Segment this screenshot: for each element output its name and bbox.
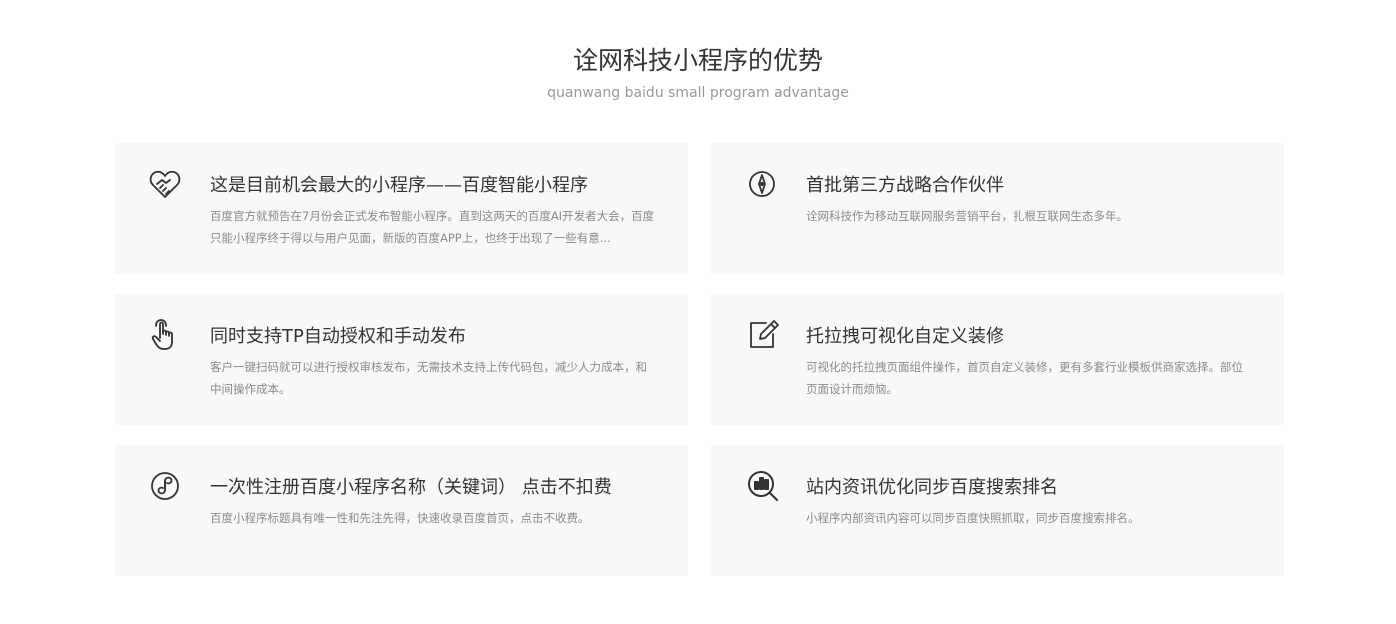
edit-icon bbox=[747, 318, 781, 352]
card-title: 一次性注册百度小程序名称（关键词） 点击不扣费 bbox=[210, 477, 612, 498]
advantage-card-3: 同时支持TP自动授权和手动发布 客户一键扫码就可以进行授权审核发布，无需技术支持… bbox=[115, 294, 688, 425]
card-title: 首批第三方战略合作伙伴 bbox=[806, 175, 1004, 196]
section-title: 诠网科技小程序的优势 bbox=[572, 46, 823, 75]
advantage-card-4: 托拉拽可视化自定义装修 可视化的托拉拽页面组件操作，首页自定义装修，更有多套行业… bbox=[711, 294, 1284, 425]
handshake-heart-icon bbox=[148, 167, 182, 201]
link-circle-icon bbox=[149, 469, 183, 503]
advantage-card-2: 首批第三方战略合作伙伴 诠网科技作为移动互联网服务营销平台，扎根互联网生态多年。 bbox=[711, 143, 1284, 274]
card-description: 百度小程序标题具有唯一性和先注先得，快速收录百度首页，点击不收费。 bbox=[210, 511, 590, 525]
card-description: 诠网科技作为移动互联网服务营销平台，扎根互联网生态多年。 bbox=[806, 209, 1128, 223]
card-description: 小程序内部资讯内容可以同步百度快照抓取，同步百度搜索排名。 bbox=[806, 511, 1140, 525]
advantage-card-5: 一次性注册百度小程序名称（关键词） 点击不扣费 百度小程序标题具有唯一性和先注先… bbox=[115, 445, 688, 576]
card-title: 这是目前机会最大的小程序——百度智能小程序 bbox=[210, 175, 588, 196]
chart-search-icon bbox=[747, 469, 781, 503]
card-description: 客户一键扫码就可以进行授权审核发布，无需技术支持上传代码包，减少人力成本，和中间… bbox=[210, 360, 647, 396]
card-description: 百度官方就预告在7月份会正式发布智能小程序。直到这两天的百度AI开发者大会，百度… bbox=[210, 209, 655, 245]
section-subtitle: quanwang baidu small program advantage bbox=[547, 85, 849, 101]
hand-pointer-icon bbox=[148, 318, 182, 352]
advantage-card-1: 这是目前机会最大的小程序——百度智能小程序 百度官方就预告在7月份会正式发布智能… bbox=[115, 143, 688, 274]
advantage-section: 诠网科技小程序的优势 quanwang baidu small program … bbox=[0, 0, 1396, 624]
card-title: 托拉拽可视化自定义装修 bbox=[806, 326, 1004, 347]
card-title: 同时支持TP自动授权和手动发布 bbox=[210, 326, 466, 347]
card-title: 站内资讯优化同步百度搜索排名 bbox=[806, 477, 1058, 498]
compass-icon bbox=[747, 167, 781, 201]
card-description: 可视化的托拉拽页面组件操作，首页自定义装修，更有多套行业模板供商家选择。部位页面… bbox=[806, 360, 1243, 396]
advantage-card-6: 站内资讯优化同步百度搜索排名 小程序内部资讯内容可以同步百度快照抓取，同步百度搜… bbox=[711, 445, 1284, 576]
